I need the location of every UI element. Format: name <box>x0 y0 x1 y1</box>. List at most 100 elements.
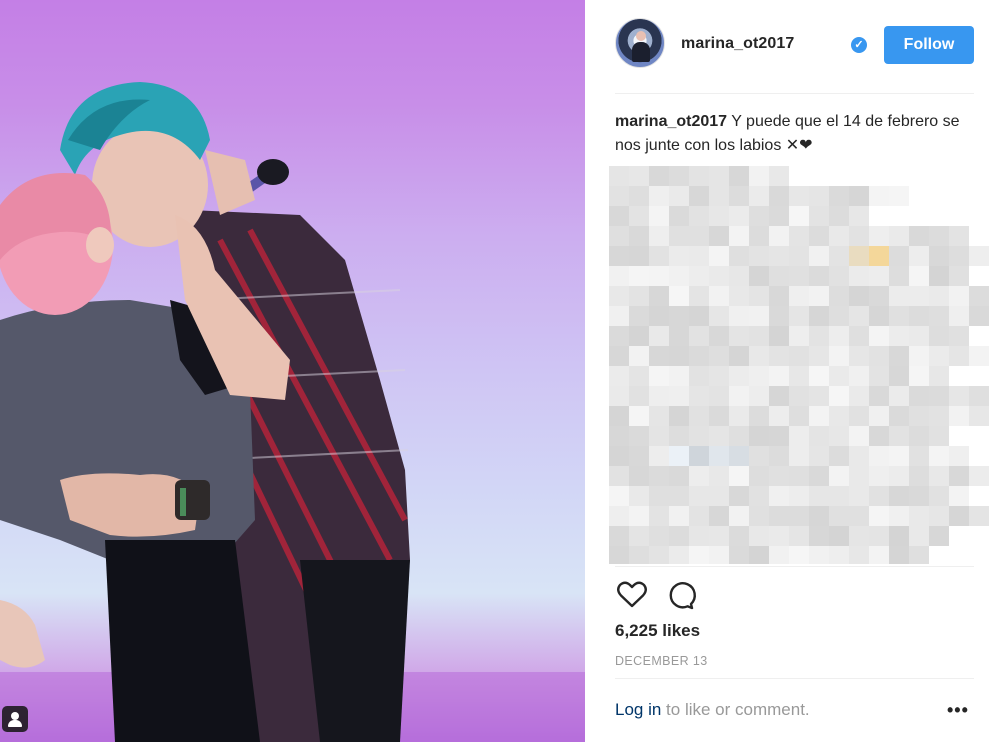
pixel-cell <box>769 266 789 286</box>
pixel-cell <box>789 366 809 386</box>
blurred-comments <box>609 166 989 564</box>
pixel-cell <box>869 426 889 446</box>
pixel-cell <box>609 326 629 346</box>
pixel-cell <box>709 266 729 286</box>
pixel-cell <box>609 426 629 446</box>
pixel-cell <box>649 486 669 506</box>
pixel-cell <box>649 186 669 206</box>
pixel-cell <box>849 206 869 226</box>
pixel-cell <box>749 506 769 526</box>
pixel-cell <box>969 386 989 406</box>
pixel-cell <box>849 226 869 246</box>
pixel-cell <box>749 546 769 564</box>
divider <box>615 566 974 567</box>
pixel-cell <box>609 166 629 186</box>
pixel-cell <box>729 366 749 386</box>
pixel-cell <box>869 526 889 546</box>
pixel-cell <box>809 446 829 466</box>
pixel-cell <box>669 306 689 326</box>
more-options-icon[interactable]: ••• <box>947 700 969 721</box>
pixel-cell <box>909 366 929 386</box>
pixel-cell <box>709 206 729 226</box>
pixel-cell <box>909 226 929 246</box>
pixel-cell <box>789 386 809 406</box>
pixel-cell <box>609 306 629 326</box>
pixel-cell <box>689 326 709 346</box>
pixel-cell <box>689 166 709 186</box>
pixel-cell <box>689 546 709 564</box>
pixel-cell <box>809 486 829 506</box>
header-username[interactable]: marina_ot2017 <box>681 35 794 53</box>
pixel-cell <box>809 246 829 266</box>
pixel-cell <box>769 166 789 186</box>
pixel-cell <box>689 526 709 546</box>
user-tag-icon-head <box>11 712 19 720</box>
pixel-cell <box>849 546 869 564</box>
heart-icon[interactable] <box>615 578 649 612</box>
pixel-cell <box>889 186 909 206</box>
divider <box>615 678 974 679</box>
pixel-cell <box>689 386 709 406</box>
pixel-cell <box>849 246 869 266</box>
pixel-cell <box>829 486 849 506</box>
pixel-cell <box>849 266 869 286</box>
pixel-cell <box>849 426 869 446</box>
pixel-cell <box>769 326 789 346</box>
pixel-cell <box>689 366 709 386</box>
pixel-cell <box>889 306 909 326</box>
follow-button[interactable]: Follow <box>884 26 974 64</box>
pixel-cell <box>749 366 769 386</box>
pixel-cell <box>649 346 669 366</box>
pixel-cell <box>669 226 689 246</box>
post-photo[interactable] <box>0 0 585 742</box>
pixel-cell <box>769 366 789 386</box>
pixel-cell <box>869 186 889 206</box>
pixel-cell <box>629 186 649 206</box>
pixel-cell <box>649 286 669 306</box>
pixel-cell <box>909 306 929 326</box>
pixel-cell <box>889 346 909 366</box>
pixel-cell <box>669 466 689 486</box>
pixel-cell <box>909 526 929 546</box>
comment-icon[interactable] <box>663 578 697 612</box>
pixel-cell <box>609 286 629 306</box>
pixel-cell <box>749 246 769 266</box>
pixel-cell <box>609 366 629 386</box>
pixel-cell <box>729 226 749 246</box>
pixel-cell <box>669 346 689 366</box>
pixel-cell <box>889 366 909 386</box>
avatar[interactable] <box>615 18 665 68</box>
pixel-cell <box>609 506 629 526</box>
pixel-cell <box>889 446 909 466</box>
pixel-cell <box>929 446 949 466</box>
pixel-cell <box>809 546 829 564</box>
pixel-cell <box>669 386 689 406</box>
pixel-cell <box>669 166 689 186</box>
avatar-torso <box>632 42 650 62</box>
pixel-cell <box>629 306 649 326</box>
pixel-cell <box>829 406 849 426</box>
pixel-cell <box>709 186 729 206</box>
pixel-cell <box>669 286 689 306</box>
pixel-cell <box>849 366 869 386</box>
caption-username[interactable]: marina_ot2017 <box>615 113 727 130</box>
pixel-cell <box>929 426 949 446</box>
pixel-cell <box>729 526 749 546</box>
pixel-cell <box>749 446 769 466</box>
pixel-cell <box>929 306 949 326</box>
likes-count[interactable]: 6,225 likes <box>615 621 700 641</box>
pixel-cell <box>689 266 709 286</box>
pixel-cell <box>709 406 729 426</box>
pixel-cell <box>929 526 949 546</box>
pixel-cell <box>809 346 829 366</box>
login-link[interactable]: Log in <box>615 700 661 719</box>
post-photo-illustration <box>0 82 585 742</box>
pixel-cell <box>909 426 929 446</box>
pixel-cell <box>609 486 629 506</box>
pixel-cell <box>729 286 749 306</box>
user-tag-icon[interactable] <box>2 706 28 732</box>
pixel-cell <box>689 226 709 246</box>
pixel-cell <box>849 186 869 206</box>
pixel-cell <box>949 346 969 366</box>
pixel-cell <box>689 286 709 306</box>
